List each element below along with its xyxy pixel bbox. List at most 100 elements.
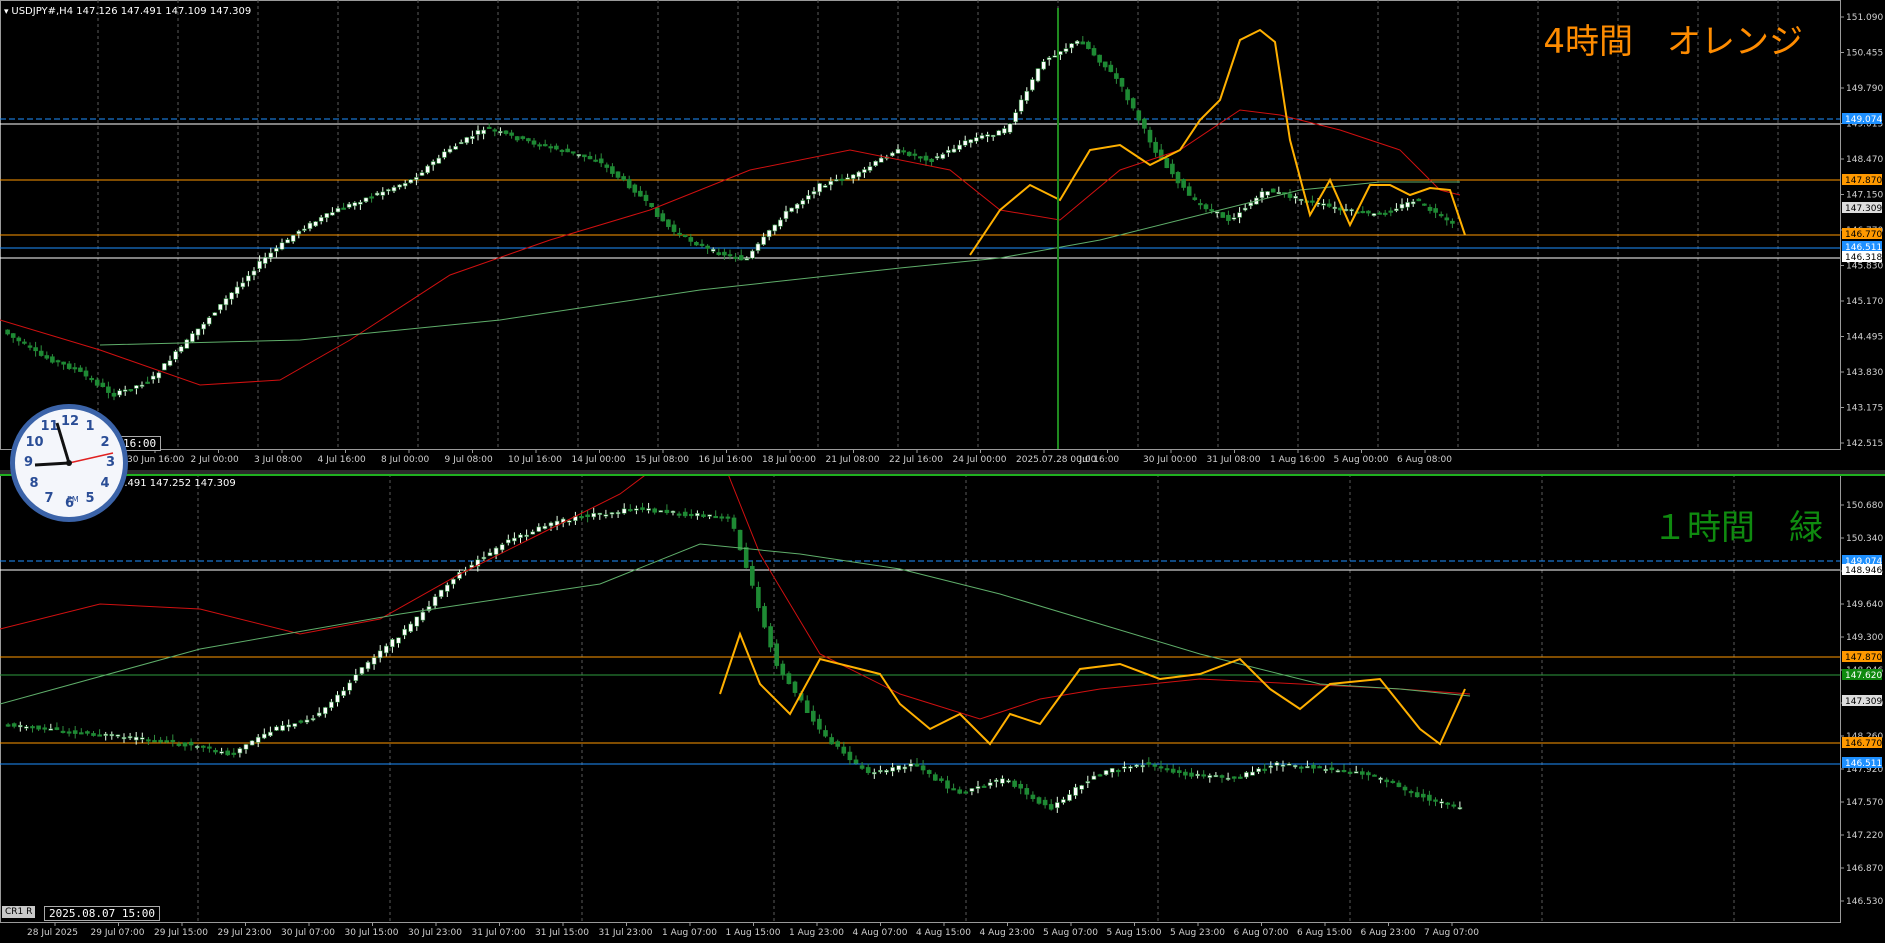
candle-body: [313, 221, 318, 227]
candle-body: [436, 157, 442, 164]
candle-body: [768, 626, 773, 648]
candle-body: [33, 347, 38, 352]
candle-body: [42, 727, 48, 730]
candle-body: [396, 637, 401, 644]
candle-body: [1097, 54, 1102, 63]
time-axis-label: 31 Jul 23:00: [599, 928, 653, 938]
candle-body: [974, 137, 979, 142]
candle-body: [262, 256, 268, 264]
candle-body: [492, 129, 498, 132]
h1-chart-pane[interactable]: 151.020150.680150.340149.995149.640149.3…: [0, 474, 1885, 943]
candle-body: [1372, 774, 1377, 777]
time-axis-label: 10 Jul 16:00: [508, 455, 562, 465]
candle-body: [524, 534, 529, 537]
time-axis-label: 31 Jul 07:00: [472, 928, 526, 938]
candle-body: [1353, 771, 1359, 774]
candle-body: [1048, 804, 1054, 810]
candle-body: [609, 512, 615, 515]
price-scale-label: 147.220: [1846, 831, 1883, 841]
candle-body: [1360, 771, 1365, 775]
candle-body: [1102, 61, 1108, 68]
candle-body: [800, 200, 806, 205]
time-axis-label: 29 Jul 07:00: [91, 928, 145, 938]
candle-body: [365, 661, 371, 670]
price-scale-label: 145.170: [1846, 297, 1883, 307]
candle-body: [676, 513, 682, 516]
candle-body: [514, 136, 520, 141]
candle-body: [1408, 791, 1414, 794]
candle-body: [162, 363, 167, 371]
h4-chart-pane[interactable]: 151.090 150.455 149.790 149.015 148.470 147.1…: [0, 0, 1885, 470]
candle-body: [1286, 763, 1292, 766]
candle-body: [240, 282, 246, 288]
ma-green-line: [99, 181, 1460, 346]
zigzag-line: [719, 631, 1466, 746]
candle-body: [1052, 55, 1058, 58]
candle-body: [1238, 776, 1243, 779]
price-scale-label: 146.530: [1846, 897, 1883, 907]
candle-body: [774, 643, 780, 666]
candle-body: [850, 174, 856, 179]
candle-body: [1142, 118, 1147, 129]
chart-tab-cr1[interactable]: CR1 R: [2, 906, 36, 918]
candle-body: [109, 734, 115, 737]
candle-body: [1276, 191, 1282, 195]
time-axis-label: 5 Aug 07:00: [1043, 928, 1098, 938]
candle-body: [593, 159, 598, 162]
time-axis-label: 22 Jul 16:00: [889, 455, 943, 465]
candle-body: [1207, 775, 1213, 778]
price-scale-label: 150.680: [1846, 501, 1883, 511]
candle-body: [981, 785, 987, 788]
candle-body: [1366, 210, 1371, 214]
h1-chart-canvas[interactable]: 151.020150.680150.340149.995149.640149.3…: [0, 474, 1885, 943]
candle-body: [548, 522, 554, 527]
candle-body: [231, 752, 237, 755]
candle-body: [201, 323, 206, 330]
analog-clock-widget[interactable]: 12 1 2 3 4 5 6 7 8 9 10 11 PM: [10, 404, 128, 522]
candle-body: [1203, 204, 1209, 210]
candle-body: [1382, 212, 1388, 215]
candle-body: [761, 236, 766, 245]
candle-body: [158, 739, 163, 743]
candle-body: [537, 144, 542, 147]
candle-body: [856, 171, 862, 178]
candle-body: [731, 517, 737, 529]
candle-body: [646, 508, 651, 511]
candle-body: [542, 525, 548, 529]
price-level-tag-text: 147.870: [1845, 653, 1882, 663]
candle-body: [570, 151, 576, 154]
candle-body: [884, 770, 889, 773]
candle-body: [789, 207, 794, 212]
price-level-tag-text: 147.870: [1845, 176, 1882, 186]
candle-body: [755, 243, 761, 251]
candle-body: [1091, 48, 1097, 56]
candle-body: [61, 361, 66, 365]
candle-body: [1298, 198, 1304, 201]
candle-body: [939, 778, 944, 781]
candle-body: [1012, 780, 1017, 787]
candle-body: [475, 130, 481, 135]
candle-body: [666, 219, 671, 227]
candle-body: [652, 508, 658, 513]
candle-body: [526, 138, 531, 142]
candle-body: [190, 333, 195, 343]
candle-body: [701, 514, 706, 517]
candle-body: [1402, 786, 1408, 791]
candle-body: [402, 628, 407, 636]
candle-body: [847, 751, 853, 761]
candle-body: [716, 252, 722, 255]
candle-body: [1085, 781, 1091, 784]
candle-body: [1177, 770, 1182, 773]
candle-body: [990, 134, 996, 138]
h4-chart-canvas[interactable]: 151.090150.455149.790149.015148.470147.1…: [0, 0, 1885, 470]
candle-body: [615, 512, 621, 515]
candle-body: [386, 189, 391, 192]
time-axis-label: 18 Jul 00:00: [762, 455, 816, 465]
candle-body: [16, 337, 22, 342]
candle-body: [719, 516, 725, 519]
candle-body: [1450, 220, 1455, 224]
h4-watermark-label: 4時間 オレンジ: [1543, 22, 1803, 62]
time-axis-label: 21 Jul 08:00: [826, 455, 880, 465]
candle-body: [38, 350, 44, 356]
candle-body: [1439, 801, 1444, 804]
